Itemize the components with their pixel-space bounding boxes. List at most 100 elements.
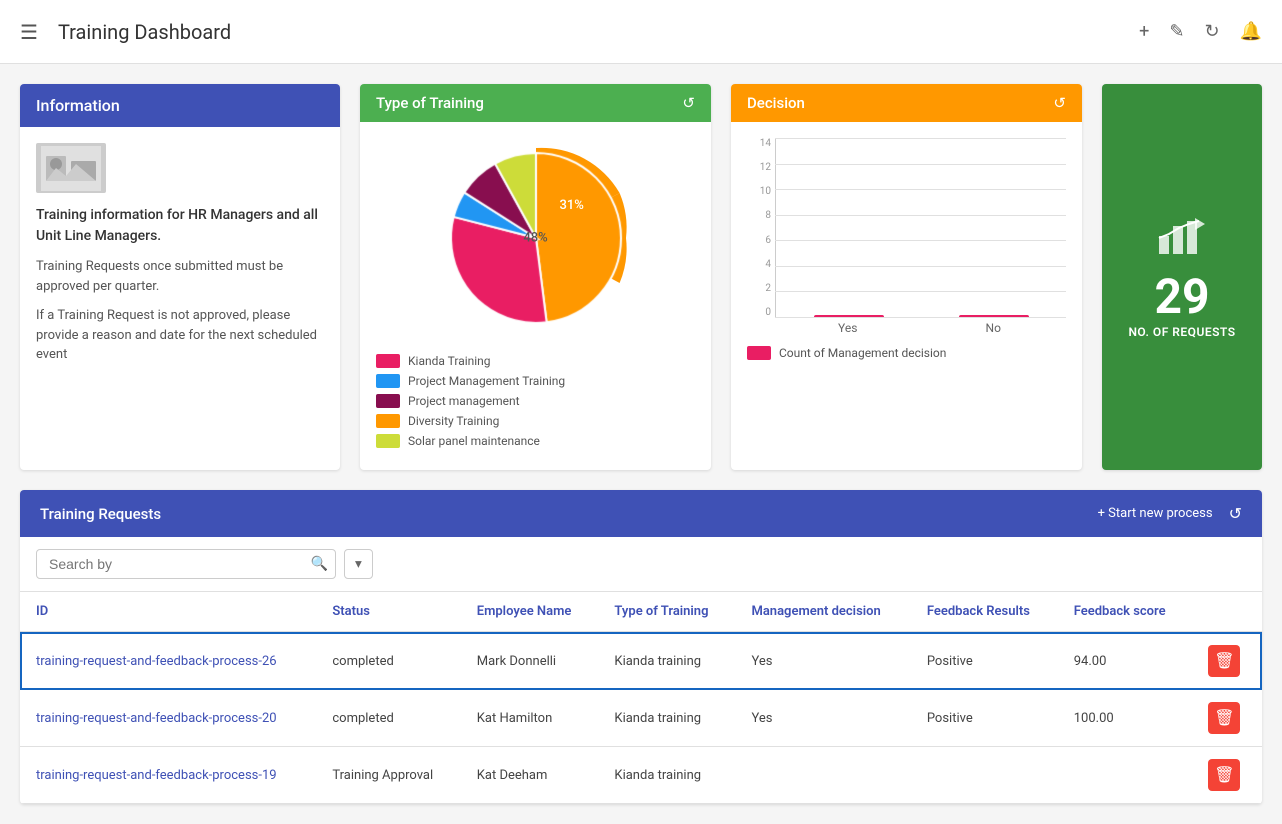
information-card-body: Training information for HR Managers and… <box>20 127 340 391</box>
legend-color-kianda <box>376 354 400 368</box>
cell-training-type: Kianda training <box>598 632 735 690</box>
col-employee: Employee Name <box>461 592 599 632</box>
cell-employee: Kat Hamilton <box>461 690 599 747</box>
table-header: ID Status Employee Name Type of Training… <box>20 592 1262 632</box>
start-new-process-button[interactable]: + Start new process <box>1098 506 1213 521</box>
legend-label-solar: Solar panel maintenance <box>408 434 540 448</box>
y-tick-6: 6 <box>765 235 771 246</box>
cell-feedback-score: 94.00 <box>1058 632 1193 690</box>
legend-item-pm-training: Project Management Training <box>376 374 695 388</box>
cell-delete: 🗑 <box>1192 632 1262 690</box>
cell-status: completed <box>316 632 460 690</box>
pie-chart: 48% 31% <box>436 138 636 338</box>
requests-card: 29 NO. OF REQUESTS <box>1102 84 1262 470</box>
search-icon[interactable]: 🔍 <box>311 556 328 572</box>
type-of-training-refresh[interactable]: ↺ <box>682 94 695 112</box>
legend-label-kianda: Kianda Training <box>408 354 491 368</box>
training-header: Training Requests + Start new process ↺ <box>20 490 1262 537</box>
cell-feedback-results: Positive <box>911 690 1058 747</box>
type-of-training-title: Type of Training <box>376 94 484 112</box>
training-section: Training Requests + Start new process ↺ … <box>20 490 1262 804</box>
legend-label-pm-training: Project Management Training <box>408 374 565 388</box>
requests-inner: 29 NO. OF REQUESTS <box>1128 216 1235 339</box>
col-feedback-results: Feedback Results <box>911 592 1058 632</box>
type-of-training-header: Type of Training ↺ <box>360 84 711 122</box>
bar-legend-color <box>747 346 771 360</box>
decision-body: 14 12 10 8 6 4 2 0 <box>731 122 1082 376</box>
row-id-link[interactable]: training-request-and-feedback-process-20 <box>36 711 277 726</box>
refresh-icon[interactable]: ↻ <box>1204 21 1219 42</box>
col-training-type: Type of Training <box>598 592 735 632</box>
info-card-image <box>36 143 106 193</box>
training-header-title: Training Requests <box>40 505 161 523</box>
col-feedback-score: Feedback score <box>1058 592 1193 632</box>
cell-delete: 🗑 <box>1192 747 1262 804</box>
y-tick-10: 10 <box>760 186 771 197</box>
requests-number: 29 <box>1128 273 1235 321</box>
search-dropdown-button[interactable]: ▾ <box>344 549 373 579</box>
cell-mgmt-decision: Yes <box>735 690 910 747</box>
cell-feedback-results: Positive <box>911 632 1058 690</box>
cell-mgmt-decision: Yes <box>735 632 910 690</box>
search-input-wrapper: 🔍 <box>36 549 336 579</box>
search-bar: 🔍 ▾ <box>20 537 1262 592</box>
y-tick-0: 0 <box>765 307 771 318</box>
type-of-training-body: 48% 31% Kianda Training Proj <box>360 122 711 470</box>
delete-row-button[interactable]: 🗑 <box>1208 645 1240 677</box>
training-table: ID Status Employee Name Type of Training… <box>20 592 1262 804</box>
row-id-link[interactable]: training-request-and-feedback-process-26 <box>36 654 277 669</box>
training-header-actions: + Start new process ↺ <box>1098 504 1242 523</box>
table-row: training-request-and-feedback-process-20… <box>20 690 1262 747</box>
requests-label: NO. OF REQUESTS <box>1128 325 1235 339</box>
cell-status: Training Approval <box>316 747 460 804</box>
header: ☰ Training Dashboard + ✎ ↻ 🔔 <box>0 0 1282 64</box>
legend-color-pm-training <box>376 374 400 388</box>
cell-mgmt-decision <box>735 747 910 804</box>
requests-icon <box>1128 216 1235 265</box>
legend-color-pm <box>376 394 400 408</box>
bar-legend-label: Count of Management decision <box>779 346 946 360</box>
decision-refresh[interactable]: ↺ <box>1053 94 1066 112</box>
table-row: training-request-and-feedback-process-26… <box>20 632 1262 690</box>
header-icons: + ✎ ↻ 🔔 <box>1139 21 1262 42</box>
pie-legend: Kianda Training Project Management Train… <box>376 354 695 454</box>
information-card-header: Information <box>20 84 340 127</box>
y-tick-2: 2 <box>765 283 771 294</box>
decision-title: Decision <box>747 94 805 112</box>
menu-icon[interactable]: ☰ <box>20 20 38 44</box>
cell-feedback-results <box>911 747 1058 804</box>
y-tick-8: 8 <box>765 210 771 221</box>
add-icon[interactable]: + <box>1139 21 1149 42</box>
row-id-link[interactable]: training-request-and-feedback-process-19 <box>36 768 277 783</box>
decision-card: Decision ↺ 14 12 10 8 6 4 2 <box>731 84 1082 470</box>
y-tick-12: 12 <box>760 162 771 173</box>
training-refresh-icon[interactable]: ↺ <box>1229 504 1242 523</box>
info-text-3: If a Training Request is not approved, p… <box>36 306 324 365</box>
search-input[interactable] <box>36 549 336 579</box>
info-text-1: Training information for HR Managers and… <box>36 205 324 247</box>
legend-label-pm: Project management <box>408 394 520 408</box>
bar-label-no: No <box>986 321 1001 335</box>
cell-feedback-score: 100.00 <box>1058 690 1193 747</box>
pie-chart-container: 48% 31% Kianda Training Proj <box>376 138 695 454</box>
y-tick-14: 14 <box>760 138 771 149</box>
information-card: Information Training information for HR … <box>20 84 340 470</box>
cell-employee: Kat Deeham <box>461 747 599 804</box>
delete-row-button[interactable]: 🗑 <box>1208 759 1240 791</box>
table-body: training-request-and-feedback-process-26… <box>20 632 1262 804</box>
type-of-training-card: Type of Training ↺ <box>360 84 711 470</box>
cell-delete: 🗑 <box>1192 690 1262 747</box>
legend-item-solar: Solar panel maintenance <box>376 434 695 448</box>
cell-id: training-request-and-feedback-process-20 <box>20 690 316 747</box>
bell-icon[interactable]: 🔔 <box>1240 21 1262 42</box>
bar-chart: 14 12 10 8 6 4 2 0 <box>747 138 1066 360</box>
edit-icon[interactable]: ✎ <box>1169 21 1184 42</box>
cell-training-type: Kianda training <box>598 747 735 804</box>
col-id: ID <box>20 592 316 632</box>
delete-row-button[interactable]: 🗑 <box>1208 702 1240 734</box>
table-wrapper: ID Status Employee Name Type of Training… <box>20 592 1262 804</box>
bar-legend: Count of Management decision <box>747 346 1066 360</box>
cards-row: Information Training information for HR … <box>20 84 1262 470</box>
legend-color-diversity <box>376 414 400 428</box>
cell-id: training-request-and-feedback-process-19 <box>20 747 316 804</box>
